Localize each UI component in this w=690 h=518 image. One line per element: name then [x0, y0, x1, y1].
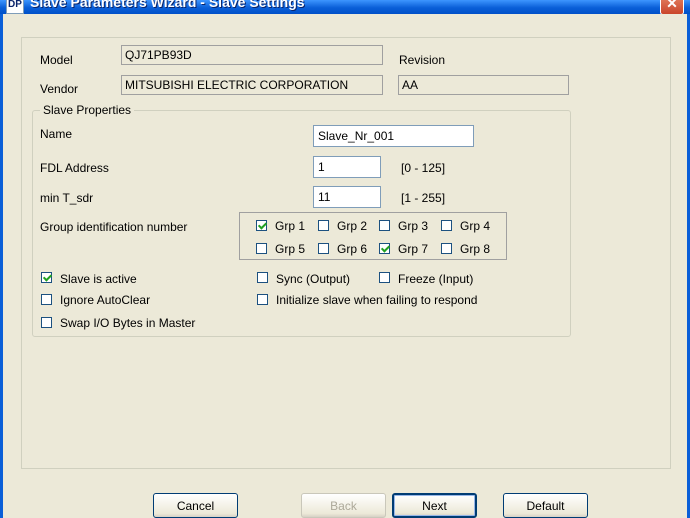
back-button[interactable]: Back — [301, 493, 386, 518]
app-icon: DP — [6, 0, 24, 14]
grp-3-checkbox[interactable] — [379, 220, 390, 231]
grp-8-label: Grp 8 — [460, 242, 491, 256]
ignore-autoclear-checkbox[interactable] — [41, 294, 52, 305]
grp-2-label: Grp 2 — [337, 219, 368, 233]
sync-output-checkbox[interactable] — [257, 272, 268, 283]
vendor-label: Vendor — [40, 82, 79, 96]
name-input[interactable]: Slave_Nr_001 — [313, 125, 474, 147]
sync-output-label: Sync (Output) — [276, 272, 351, 286]
ignore-autoclear-label: Ignore AutoClear — [60, 293, 151, 307]
grp-3-label: Grp 3 — [398, 219, 429, 233]
fdl-address-label: FDL Address — [40, 161, 109, 175]
vendor-field: MITSUBISHI ELECTRIC CORPORATION — [121, 75, 383, 95]
grp-4-checkbox[interactable] — [441, 220, 452, 231]
default-button[interactable]: Default — [503, 493, 588, 518]
fdl-address-range: [0 - 125] — [401, 161, 446, 175]
slave-active-checkbox[interactable] — [41, 272, 52, 283]
freeze-input-label: Freeze (Input) — [398, 272, 474, 286]
swap-io-checkbox[interactable] — [41, 317, 52, 328]
slave-properties-title: Slave Properties — [40, 103, 135, 117]
initialize-slave-checkbox[interactable] — [257, 294, 268, 305]
initialize-slave-label: Initialize slave when failing to respond — [276, 293, 478, 307]
revision-field: AA — [398, 75, 569, 95]
group-id-label: Group identification number — [40, 220, 188, 234]
cancel-button[interactable]: Cancel — [153, 493, 238, 518]
model-field: QJ71PB93D — [121, 45, 383, 65]
min-tsdr-range: [1 - 255] — [401, 191, 446, 205]
grp-4-label: Grp 4 — [460, 219, 491, 233]
grp-7-label: Grp 7 — [398, 242, 429, 256]
window-border-left — [0, 14, 3, 518]
grp-6-checkbox[interactable] — [318, 243, 329, 254]
swap-io-label: Swap I/O Bytes in Master — [60, 316, 196, 330]
model-label: Model — [40, 53, 73, 67]
grp-2-checkbox[interactable] — [318, 220, 329, 231]
close-button[interactable]: ✕ — [660, 0, 684, 15]
grp-5-label: Grp 5 — [275, 242, 306, 256]
grp-7-checkbox[interactable] — [379, 243, 390, 254]
grp-8-checkbox[interactable] — [441, 243, 452, 254]
window-title: Slave Parameters Wizard - Slave Settings — [30, 0, 305, 10]
min-tsdr-label: min T_sdr — [40, 191, 94, 205]
revision-label: Revision — [399, 53, 446, 67]
fdl-address-input[interactable]: 1 — [313, 156, 381, 178]
grp-1-checkbox[interactable] — [256, 220, 267, 231]
min-tsdr-input[interactable]: 11 — [313, 186, 381, 208]
next-button[interactable]: Next — [392, 493, 477, 518]
grp-5-checkbox[interactable] — [256, 243, 267, 254]
freeze-input-checkbox[interactable] — [379, 272, 390, 283]
grp-6-label: Grp 6 — [337, 242, 368, 256]
name-label: Name — [40, 127, 73, 141]
grp-1-label: Grp 1 — [275, 219, 306, 233]
close-icon: ✕ — [666, 0, 678, 11]
slave-active-label: Slave is active — [60, 272, 137, 286]
